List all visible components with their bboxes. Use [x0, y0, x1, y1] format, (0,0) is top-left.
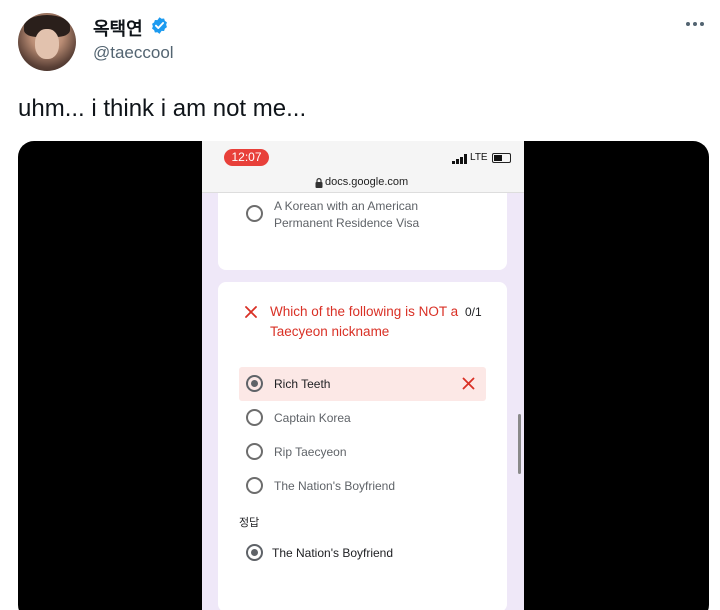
- option-label: Captain Korea: [274, 411, 351, 425]
- radio-previous-option: [246, 205, 263, 222]
- correct-answer-heading: 정답: [239, 516, 260, 529]
- avatar-face: [35, 29, 59, 59]
- url-bar: docs.google.com: [202, 175, 524, 193]
- display-name[interactable]: 옥택연: [93, 15, 143, 41]
- more-icon[interactable]: [686, 16, 708, 32]
- radio-option-1: [246, 375, 263, 392]
- phone-screen: 12:07 LTE docs.google.com A Korean with …: [202, 141, 524, 610]
- question-title-line: Taecyeon nickname: [270, 324, 390, 339]
- radio-correct-answer: [246, 544, 263, 561]
- option-label: Permanent Residence Visa: [274, 216, 420, 230]
- lock-icon: [315, 178, 323, 188]
- tweet-text: uhm... i think i am not me...: [18, 95, 307, 122]
- question-score: 0/1: [465, 305, 482, 319]
- correct-answer-label: The Nation's Boyfriend: [272, 546, 394, 560]
- question-title: Which of the following is NOT a Taecyeon…: [270, 302, 470, 342]
- radio-option-4: [246, 477, 263, 494]
- user-handle[interactable]: @taeccool: [93, 43, 174, 63]
- option-label: Rich Teeth: [274, 377, 331, 391]
- question-title-line: Which of the following is NOT a: [270, 304, 459, 319]
- scrollbar[interactable]: [518, 414, 521, 474]
- option-label: A Korean with an American: [274, 199, 419, 213]
- status-bar: 12:07 LTE: [202, 141, 524, 175]
- option-label: Rip Taecyeon: [274, 445, 347, 459]
- close-x-icon: [245, 306, 257, 318]
- verified-icon: [152, 17, 167, 34]
- signal-icon: [452, 154, 467, 164]
- network-label: LTE: [470, 152, 488, 163]
- battery-icon: [492, 153, 511, 163]
- radio-option-3: [246, 443, 263, 460]
- option-label: The Nation's Boyfriend: [274, 479, 396, 493]
- url-text: docs.google.com: [325, 176, 409, 188]
- close-x-icon: [462, 377, 475, 390]
- tweet-media[interactable]: 12:07 LTE docs.google.com A Korean with …: [18, 141, 709, 610]
- radio-option-2: [246, 409, 263, 426]
- status-time: 12:07: [224, 149, 269, 166]
- avatar[interactable]: [18, 13, 76, 71]
